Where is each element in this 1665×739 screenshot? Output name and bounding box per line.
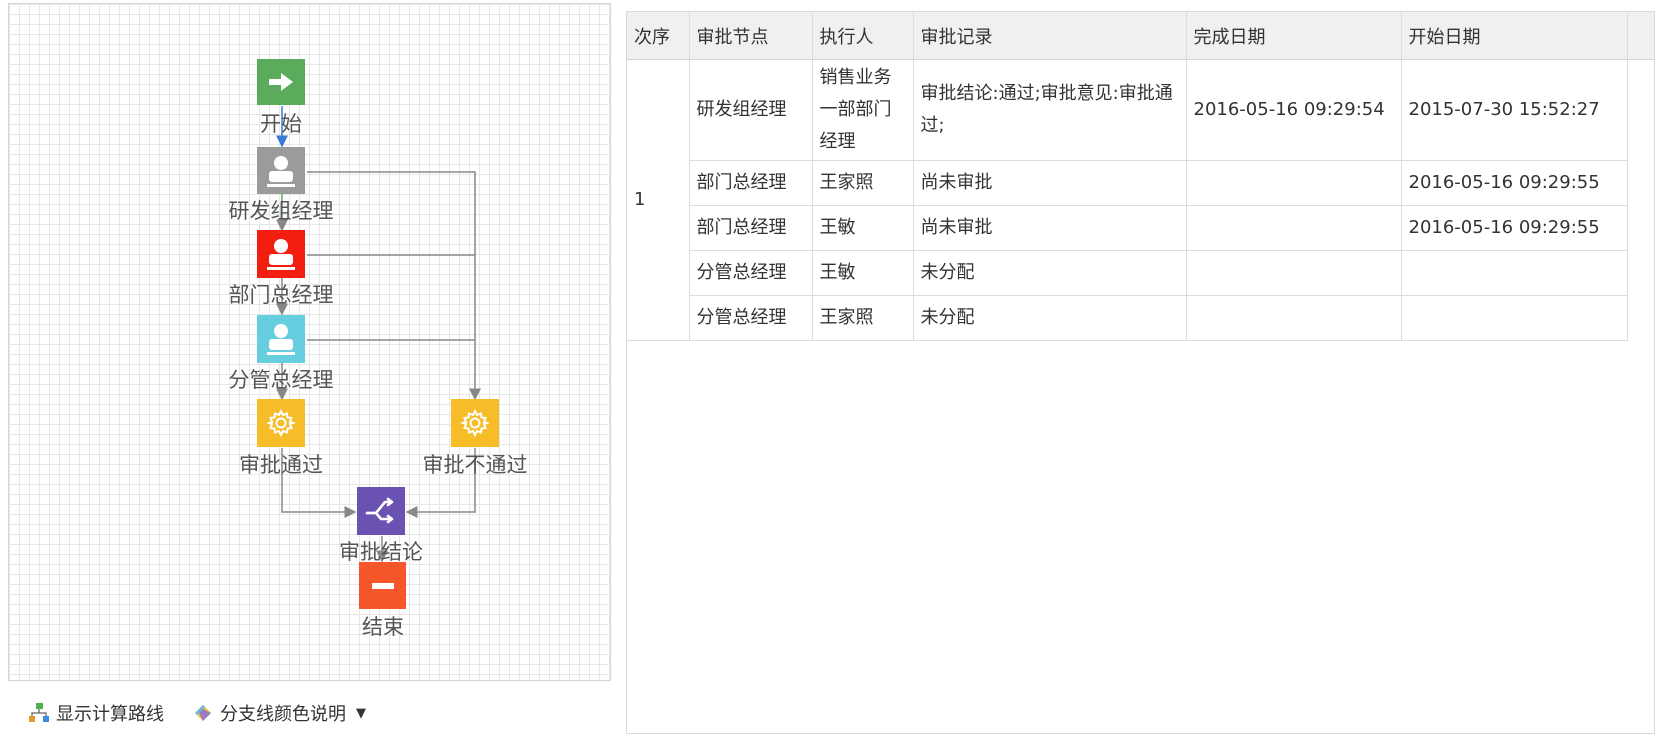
caret-down-icon: ▼ xyxy=(356,705,366,721)
table-header-row: 次序 审批节点 执行人 审批记录 完成日期 开始日期 xyxy=(627,12,1654,60)
cell-start-date xyxy=(1401,295,1628,341)
flow-canvas[interactable]: 开始 研发组经理 部门总经理 分管总经理 审批通过 审批不通过 审批结论 结束 xyxy=(8,3,611,681)
node-start[interactable] xyxy=(257,59,305,105)
user-stamp-icon xyxy=(267,155,295,187)
cell-order: 1 xyxy=(627,59,690,341)
table-row[interactable]: 分管总经理 王敏 未分配 xyxy=(627,250,1654,296)
flow-connectors xyxy=(276,106,481,563)
table-row[interactable]: 分管总经理 王家照 未分配 xyxy=(627,295,1654,341)
node-branch-manager[interactable] xyxy=(257,315,305,363)
show-route-button[interactable]: 显示计算路线 xyxy=(28,700,164,726)
table-row[interactable]: 部门总经理 王敏 尚未审批 2016-05-16 09:29:55 xyxy=(627,205,1654,251)
minus-icon xyxy=(371,582,394,589)
cell-finish-date: 2016-05-16 09:29:54 xyxy=(1186,59,1402,161)
node-label-approve-pass: 审批通过 xyxy=(239,453,323,477)
cell-finish-date xyxy=(1186,205,1402,251)
cell-node: 研发组经理 xyxy=(689,59,813,161)
cell-record: 尚未审批 xyxy=(913,160,1187,206)
cell-node: 分管总经理 xyxy=(689,295,813,341)
cell-start-date: 2015-07-30 15:52:27 xyxy=(1401,59,1628,161)
gear-icon xyxy=(266,408,296,438)
cell-finish-date xyxy=(1186,250,1402,296)
flow-toolbar: 显示计算路线 分支线颜色说明 ▼ xyxy=(28,698,394,728)
merge-branch-icon xyxy=(365,497,394,524)
approval-table: 次序 审批节点 执行人 审批记录 完成日期 开始日期 1 研发组经理 销售业务一… xyxy=(627,12,1654,341)
approval-record-panel: 次序 审批节点 执行人 审批记录 完成日期 开始日期 1 研发组经理 销售业务一… xyxy=(626,11,1655,734)
branch-color-legend-dropdown[interactable]: 分支线颜色说明 ▼ xyxy=(192,700,366,726)
cell-executor: 销售业务一部部门经理 xyxy=(812,59,914,161)
col-header-node[interactable]: 审批节点 xyxy=(689,12,813,60)
cell-record: 审批结论:通过;审批意见:审批通过; xyxy=(913,59,1187,161)
col-header-order[interactable]: 次序 xyxy=(627,12,690,60)
route-icon xyxy=(28,702,50,724)
node-approve-pass[interactable] xyxy=(257,399,305,447)
cell-node: 分管总经理 xyxy=(689,250,813,296)
node-approve-fail[interactable] xyxy=(451,399,499,447)
node-conclusion[interactable] xyxy=(357,487,405,535)
arrow-right-icon xyxy=(269,73,293,91)
col-header-filler xyxy=(1627,12,1654,60)
col-header-finish-date[interactable]: 完成日期 xyxy=(1186,12,1402,60)
node-end[interactable] xyxy=(359,562,406,609)
node-label-start: 开始 xyxy=(260,112,302,136)
cell-start-date xyxy=(1401,250,1628,296)
col-header-record[interactable]: 审批记录 xyxy=(913,12,1187,60)
cell-executor: 王家照 xyxy=(812,160,914,206)
cell-executor: 王敏 xyxy=(812,205,914,251)
cell-node: 部门总经理 xyxy=(689,160,813,206)
user-stamp-icon xyxy=(267,239,295,270)
node-label-branch-manager: 分管总经理 xyxy=(228,368,334,392)
cell-executor: 王家照 xyxy=(812,295,914,341)
user-stamp-icon xyxy=(267,324,295,355)
cell-finish-date xyxy=(1186,295,1402,341)
table-row[interactable]: 1 研发组经理 销售业务一部部门经理 审批结论:通过;审批意见:审批通过; 20… xyxy=(627,59,1654,341)
cell-start-date: 2016-05-16 09:29:55 xyxy=(1401,160,1628,206)
col-header-executor[interactable]: 执行人 xyxy=(812,12,914,60)
cell-executor: 王敏 xyxy=(812,250,914,296)
cell-record: 尚未审批 xyxy=(913,205,1187,251)
cell-start-date: 2016-05-16 09:29:55 xyxy=(1401,205,1628,251)
cell-node: 部门总经理 xyxy=(689,205,813,251)
color-legend-icon xyxy=(192,702,214,724)
branch-color-label: 分支线颜色说明 xyxy=(220,704,346,725)
node-label-approve-fail: 审批不通过 xyxy=(422,453,528,477)
node-label-dept-manager: 部门总经理 xyxy=(228,283,334,307)
gear-icon xyxy=(460,408,490,438)
col-header-start-date[interactable]: 开始日期 xyxy=(1401,12,1628,60)
cell-finish-date xyxy=(1186,160,1402,206)
table-row[interactable]: 部门总经理 王家照 尚未审批 2016-05-16 09:29:55 xyxy=(627,160,1654,206)
node-dept-manager[interactable] xyxy=(257,230,305,278)
node-rd-manager[interactable] xyxy=(257,147,305,194)
cell-record: 未分配 xyxy=(913,250,1187,296)
cell-record: 未分配 xyxy=(913,295,1187,341)
show-route-label: 显示计算路线 xyxy=(56,704,164,725)
node-label-end: 结束 xyxy=(362,615,404,639)
node-label-rd-manager: 研发组经理 xyxy=(228,199,334,223)
